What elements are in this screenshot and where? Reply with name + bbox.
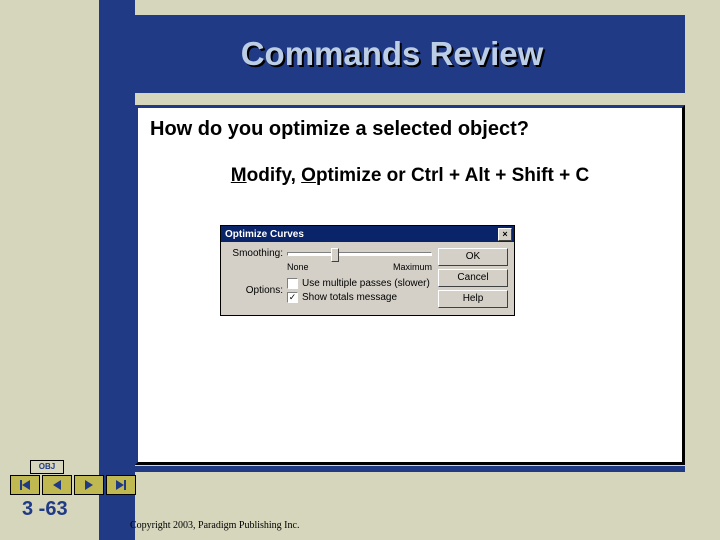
mnemonic-m: M	[231, 165, 247, 186]
slider-minmax: None Maximum	[287, 262, 432, 272]
slide: Commands Review How do you optimize a se…	[0, 0, 720, 540]
bar-icon	[124, 480, 126, 490]
answer-text: Modify, Optimize or Ctrl + Alt + Shift +…	[150, 165, 670, 187]
first-button[interactable]	[10, 475, 40, 495]
show-totals-label: Show totals message	[302, 292, 397, 303]
dialog-titlebar: Optimize Curves ×	[221, 226, 514, 242]
prev-button[interactable]	[42, 475, 72, 495]
smoothing-slider[interactable]	[287, 252, 432, 256]
show-totals-checkbox[interactable]: ✓	[287, 292, 298, 303]
triangle-right-icon	[85, 480, 93, 490]
last-button[interactable]	[106, 475, 136, 495]
close-icon[interactable]: ×	[498, 228, 512, 241]
dialog-body: Smoothing: None Maximum Options: Use mul…	[221, 242, 514, 315]
obj-button[interactable]: OBJ	[30, 460, 64, 474]
use-multiple-row[interactable]: Use multiple passes (slower)	[287, 278, 432, 289]
dialog-left: Smoothing: None Maximum Options: Use mul…	[227, 248, 432, 309]
show-totals-row[interactable]: ✓ Show totals message	[287, 292, 432, 303]
slide-title: Commands Review	[241, 35, 544, 73]
help-button[interactable]: Help	[438, 290, 508, 308]
options-label: Options:	[227, 285, 283, 296]
triangle-right-icon	[116, 480, 124, 490]
mnemonic-o: O	[301, 165, 316, 186]
optimize-curves-dialog: Optimize Curves × Smoothing: None Maximu…	[220, 225, 515, 316]
nav-bar	[10, 475, 136, 495]
triangle-left-icon	[53, 480, 61, 490]
dialog-title: Optimize Curves	[225, 229, 304, 240]
title-banner: Commands Review	[99, 15, 685, 93]
slider-thumb[interactable]	[331, 248, 339, 262]
triangle-left-icon	[22, 480, 30, 490]
slider-min: None	[287, 262, 309, 272]
smoothing-label: Smoothing:	[227, 248, 283, 259]
ok-button[interactable]: OK	[438, 248, 508, 266]
cancel-button[interactable]: Cancel	[438, 269, 508, 287]
dialog-right: OK Cancel Help	[438, 248, 508, 309]
next-button[interactable]	[74, 475, 104, 495]
slider-max: Maximum	[393, 262, 432, 272]
use-multiple-checkbox[interactable]	[287, 278, 298, 289]
page-number: 3 -63	[22, 498, 68, 521]
blue-strip-bottom	[99, 466, 685, 472]
copyright-text: Copyright 2003, Paradigm Publishing Inc.	[130, 520, 299, 531]
question-text: How do you optimize a selected object?	[150, 118, 670, 141]
use-multiple-label: Use multiple passes (slower)	[302, 278, 430, 289]
